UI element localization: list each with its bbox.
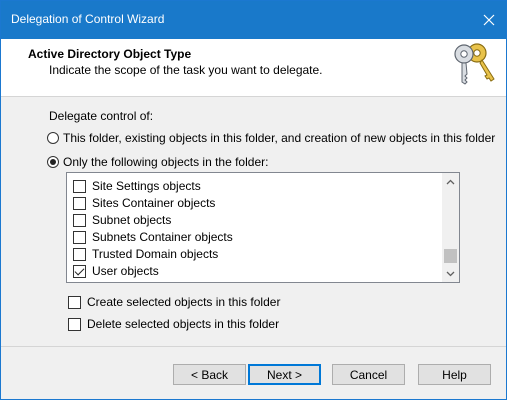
help-button[interactable]: Help	[418, 364, 491, 385]
delete-objects-label: Delete selected objects in this folder	[87, 317, 280, 331]
page-subtitle: Indicate the scope of the task you want …	[49, 63, 323, 77]
checkbox[interactable]	[73, 213, 86, 227]
delete-objects-option[interactable]: Delete selected objects in this folder	[68, 317, 279, 331]
list-item-label: Site Settings objects	[92, 179, 201, 193]
chevron-down-icon	[446, 271, 455, 276]
list-item[interactable]: Subnet objects	[73, 212, 171, 228]
radio-following-objects[interactable]: Only the following objects in the folder…	[47, 155, 268, 169]
checkbox[interactable]	[73, 230, 86, 244]
list-item-label: Trusted Domain objects	[92, 247, 219, 261]
list-item[interactable]: Sites Container objects	[73, 195, 215, 211]
radio-label: Only the following objects in the folder…	[63, 155, 269, 169]
checkbox[interactable]	[73, 247, 86, 261]
list-item-label: User objects	[92, 264, 159, 278]
page-title: Active Directory Object Type	[28, 47, 192, 61]
checkbox[interactable]	[68, 317, 81, 331]
list-item-label: Subnet objects	[92, 213, 172, 227]
button-bar: < Back Next > Cancel Help	[1, 346, 506, 399]
chevron-up-icon	[446, 179, 455, 184]
scroll-thumb[interactable]	[444, 249, 457, 263]
wizard-body: Delegate control of: This folder, existi…	[1, 97, 506, 346]
checkbox[interactable]	[73, 179, 86, 193]
list-item[interactable]: Site Settings objects	[73, 178, 201, 194]
list-item[interactable]: Trusted Domain objects	[73, 246, 218, 262]
list-item[interactable]: User objects	[73, 263, 159, 279]
list-item[interactable]: Subnets Container objects	[73, 229, 233, 245]
radio-button-selected[interactable]	[47, 156, 59, 168]
close-icon	[483, 14, 495, 26]
object-type-list[interactable]: Site Settings objects Sites Container ob…	[66, 172, 460, 283]
delegate-label: Delegate control of:	[49, 109, 154, 123]
list-item-label: Subnets Container objects	[92, 230, 233, 244]
wizard-window: Delegation of Control Wizard Active Dire…	[0, 0, 507, 400]
radio-button[interactable]	[47, 132, 59, 144]
back-button[interactable]: < Back	[173, 364, 246, 385]
radio-label: This folder, existing objects in this fo…	[63, 131, 496, 145]
scroll-down-button[interactable]	[442, 265, 459, 282]
radio-this-folder[interactable]: This folder, existing objects in this fo…	[47, 131, 495, 145]
title-bar: Delegation of Control Wizard	[1, 1, 506, 39]
scroll-up-button[interactable]	[442, 173, 459, 190]
checkbox[interactable]	[73, 196, 86, 210]
cancel-button[interactable]: Cancel	[332, 364, 405, 385]
window-title: Delegation of Control Wizard	[11, 12, 165, 26]
create-objects-option[interactable]: Create selected objects in this folder	[68, 295, 280, 309]
close-button[interactable]	[472, 1, 506, 39]
create-objects-label: Create selected objects in this folder	[87, 295, 281, 309]
checkbox[interactable]	[68, 295, 81, 309]
checkbox-checked[interactable]	[73, 264, 86, 278]
vertical-scrollbar[interactable]	[442, 173, 459, 282]
list-item-label: Sites Container objects	[92, 196, 216, 210]
keys-icon	[454, 43, 495, 85]
wizard-header: Active Directory Object Type Indicate th…	[1, 39, 506, 97]
next-button[interactable]: Next >	[248, 364, 321, 385]
